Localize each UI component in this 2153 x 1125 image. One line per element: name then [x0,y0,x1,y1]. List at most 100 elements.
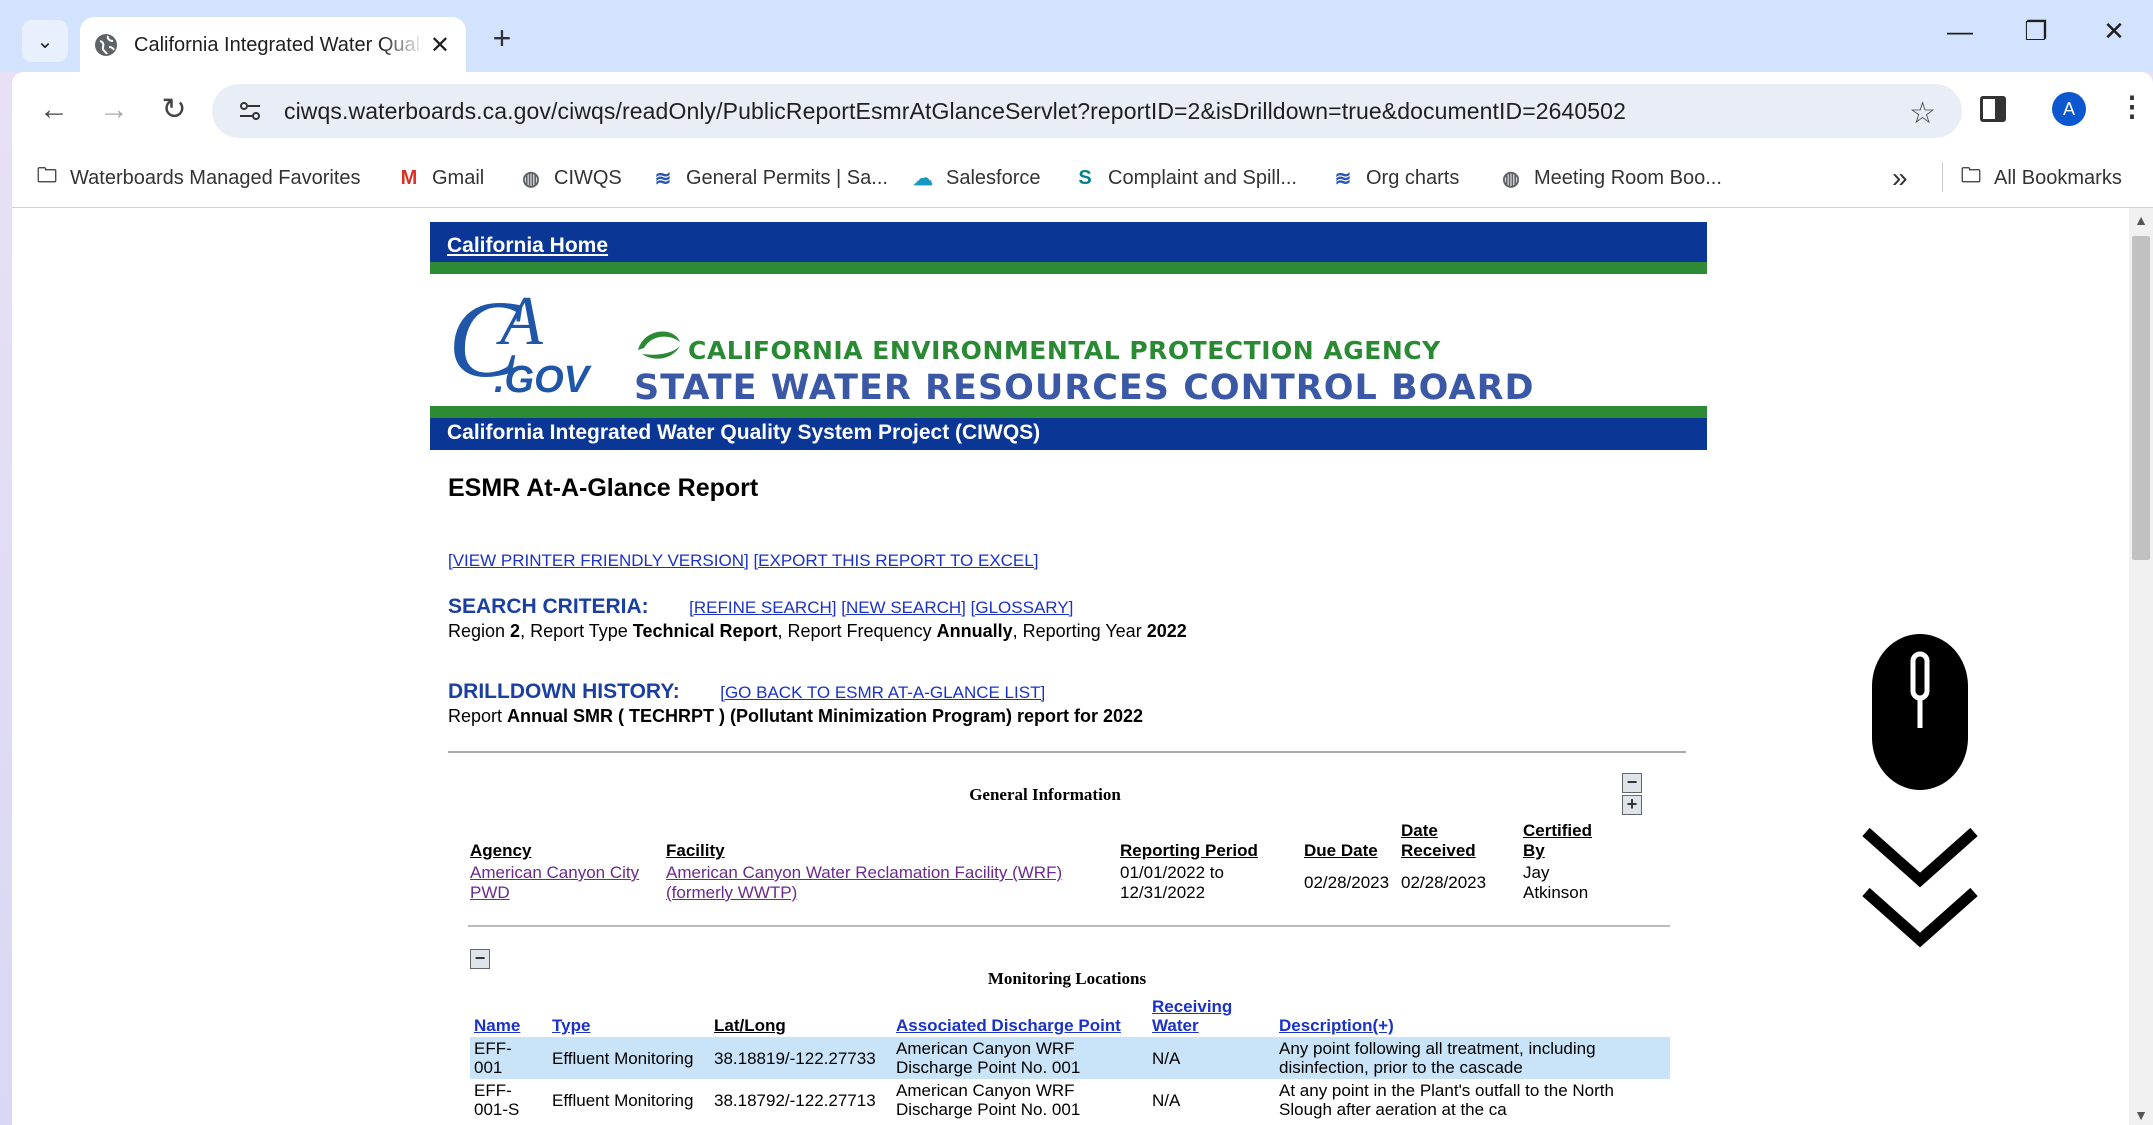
cell-line: 001-S [474,1100,520,1119]
waterboards-icon: ≋ [1334,167,1352,190]
date-received-header[interactable]: Date Received [1401,821,1486,861]
receiving-water-column-header[interactable]: Receiving Water [1148,995,1275,1037]
bookmark-managed-favorites[interactable]: 🗀 Waterboards Managed Favorites [34,160,361,196]
calepa-leaf-icon [638,331,680,359]
gi-received-col: Date Received 02/28/2023 [1401,821,1486,893]
forward-button[interactable]: → [96,92,132,128]
bookmark-meeting-room[interactable]: ◍ Meeting Room Boo... [1498,160,1722,196]
reporting-period-header[interactable]: Reporting Period [1120,841,1258,861]
table-row: EFF- 001 Effluent Monitoring 38.18819/-12… [470,1037,1670,1079]
gi-due-col: Due Date 02/28/2023 [1304,841,1389,893]
description-column-header[interactable]: Description(+) [1275,995,1670,1037]
drilldown-history: DRILLDOWN HISTORY: [GO BACK TO ESMR AT-A… [448,680,1707,727]
criteria-text: , Reporting Year [1012,621,1147,641]
criteria-text: , Report Type [520,621,633,641]
export-excel-link[interactable]: [EXPORT THIS REPORT TO EXCEL] [753,551,1038,570]
bookmark-salesforce[interactable]: ☁ Salesforce [910,160,1041,196]
certified-by-header[interactable]: Certified By [1523,821,1592,861]
scroll-down-chevron-icon [1862,827,1978,888]
header-line: Date [1401,821,1438,840]
profile-avatar[interactable]: A [2052,92,2086,126]
scroll-down-arrow-icon[interactable]: ▼ [2134,1107,2148,1123]
header-line: By [1523,841,1545,860]
site-info-icon[interactable] [236,97,264,125]
monitoring-locations-section: − Monitoring Locations Name Type Lat/Lon… [448,929,1686,1125]
tab-search-button[interactable]: ⌄ [22,20,68,62]
discharge-column-header[interactable]: Associated Discharge Point [892,995,1148,1037]
collapse-icon[interactable]: − [1622,773,1642,793]
globe-icon: ◍ [522,167,540,190]
reload-button[interactable]: ↻ [156,92,192,128]
all-bookmarks-button[interactable]: 🗀 All Bookmarks [1958,160,2122,196]
glossary-link[interactable]: [GLOSSARY] [971,598,1074,617]
bookmark-complaint-spill[interactable]: S Complaint and Spill... [1072,160,1297,196]
cell-line: EFF- [474,1081,512,1100]
search-criteria: SEARCH CRITERIA: [REFINE SEARCH] [NEW SE… [448,595,1707,642]
calepa-title: CALIFORNIA ENVIRONMENTAL PROTECTION AGEN… [688,336,1441,365]
bookmark-label: Waterboards Managed Favorites [70,166,361,189]
bookmark-general-permits[interactable]: ≋ General Permits | Sa... [650,160,888,196]
gi-period-col: Reporting Period 01/01/2022 to 12/31/2022 [1120,841,1258,903]
tab-close-icon[interactable]: ✕ [430,31,450,60]
latlong-column-header[interactable]: Lat/Long [710,995,892,1037]
drilldown-summary: Report Annual SMR ( TECHRPT ) (Pollutant… [448,706,1707,727]
cell-type: Effluent Monitoring [552,1090,694,1110]
more-bookmarks-icon[interactable]: » [1892,162,1908,194]
new-search-link[interactable]: [NEW SEARCH] [841,598,966,617]
agency-link[interactable]: American Canyon City PWD [470,863,639,903]
more-menu-icon[interactable]: ⋮ [2118,90,2146,123]
facility-link[interactable]: American Canyon Water Reclamation Facili… [666,863,1062,903]
scrollbar-thumb[interactable] [2132,236,2150,560]
bookmark-label: Meeting Room Boo... [1534,166,1722,189]
ciwqs-project-title: California Integrated Water Quality Syst… [447,421,1041,444]
ciwqs-bar: California Integrated Water Quality Syst… [430,406,1707,450]
header-banner: C A .GOV CALIFORNIA ENVIRONMENTAL PROTEC… [430,274,1707,408]
bookmark-org-charts[interactable]: ≋ Org charts [1330,160,1460,196]
page-viewport: California Home C A .GOV CALIFORNIA ENVI… [12,208,2153,1125]
gi-agency-col: Agency American Canyon City PWD [470,841,639,903]
search-criteria-summary: Region 2, Report Type Technical Report, … [448,621,1707,642]
type-column-header[interactable]: Type [548,995,710,1037]
bookmark-ciwqs[interactable]: ◍ CIWQS [518,160,622,196]
back-button[interactable]: ← [36,92,72,128]
cell-line: Slough after aeration at the ca [1279,1100,1507,1119]
bookmark-star-icon[interactable]: ☆ [1909,96,1936,131]
cell-line: Discharge Point No. 001 [896,1058,1081,1077]
browser-tab-strip: ⌄ California Integrated Water Quality Sy… [0,0,2153,73]
swrcb-title: STATE WATER RESOURCES CONTROL BOARD [634,368,1535,408]
criteria-value: 2022 [1146,621,1187,641]
bookmark-gmail[interactable]: M Gmail [396,160,485,196]
criteria-text: , Report Frequency [777,621,937,641]
monitoring-locations-table: Name Type Lat/Long Associated Discharge … [470,995,1670,1121]
scroll-down-chevron-icon [1862,887,1978,948]
collapse-icon[interactable]: − [470,949,490,969]
drilldown-report-name: Annual SMR ( TECHRPT ) (Pollutant Minimi… [507,706,1144,726]
minimize-button[interactable]: — [1940,16,1980,47]
header-label: Associated Discharge Point [896,1016,1121,1035]
cell-line: 001 [474,1058,503,1077]
close-window-button[interactable]: ✕ [2094,16,2134,47]
printer-friendly-link[interactable]: [VIEW PRINTER FRIENDLY VERSION] [448,551,749,570]
cell-description: Any point following all treatment, inclu… [1275,1037,1670,1079]
name-column-header[interactable]: Name [470,995,548,1037]
due-date-header[interactable]: Due Date [1304,841,1389,861]
vertical-scrollbar[interactable]: ▲ ▼ [2129,208,2153,1125]
drilldown-prefix: Report [448,706,508,726]
globe-icon [95,34,117,56]
expand-icon[interactable]: + [1622,795,1642,815]
agency-header[interactable]: Agency [470,841,639,861]
facility-line: (formerly WWTP) [666,883,798,902]
facility-header[interactable]: Facility [666,841,1062,861]
restore-button[interactable]: ❐ [2016,16,2056,47]
cell-line: American Canyon WRF [896,1081,1075,1100]
header-label: Type [552,1016,591,1035]
active-tab[interactable]: California Integrated Water Quality Syst… [80,17,466,73]
california-home-link[interactable]: California Home [447,234,608,257]
back-to-list-link[interactable]: [GO BACK TO ESMR AT-A-GLANCE LIST] [720,683,1045,702]
url-text: ciwqs.waterboards.ca.gov/ciwqs/readOnly/… [284,97,1626,124]
scroll-up-arrow-icon[interactable]: ▲ [2134,212,2148,228]
side-panel-icon[interactable] [1980,96,2006,122]
address-bar[interactable]: ciwqs.waterboards.ca.gov/ciwqs/readOnly/… [212,84,1962,138]
new-tab-button[interactable]: + [486,20,518,57]
refine-search-link[interactable]: [REFINE SEARCH] [689,598,836,617]
